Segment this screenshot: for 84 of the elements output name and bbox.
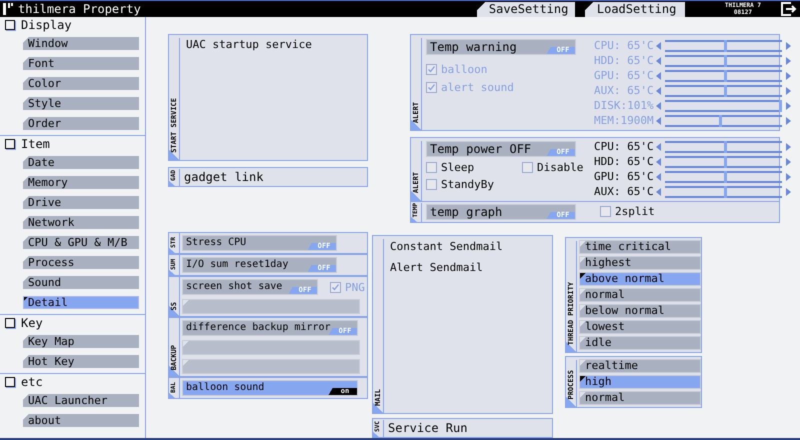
slider-thumb[interactable]	[724, 186, 728, 198]
sidebar-item[interactable]: Window	[23, 37, 139, 50]
slider-track[interactable]	[665, 140, 782, 152]
checkbox-label: balloon	[441, 63, 488, 76]
sidebar-item[interactable]: Order	[23, 117, 139, 130]
list-item[interactable]: high	[579, 375, 701, 389]
list-item[interactable]: normal	[579, 288, 701, 302]
input-field[interactable]	[182, 340, 360, 355]
toolbar-button[interactable]: LoadSetting	[584, 2, 685, 16]
sidebar-item[interactable]: about	[23, 414, 139, 427]
list-item[interactable]: above normal	[579, 272, 701, 286]
slider-label: AUX: 65'C	[594, 185, 655, 198]
slider-label: HDD: 65'C	[594, 155, 655, 168]
sidebar-item[interactable]: Font	[23, 57, 139, 70]
corner-marker	[169, 248, 175, 253]
slider-track[interactable]	[665, 156, 782, 168]
list-item[interactable]: time critical	[579, 240, 701, 254]
exit-icon[interactable]	[781, 2, 797, 16]
checkbox[interactable]	[426, 162, 437, 173]
checkbox-label: alert sound	[441, 81, 514, 94]
corner-marker	[169, 270, 175, 275]
sidebar-item[interactable]: Detail	[23, 296, 139, 309]
window-title: thilmera Property	[18, 2, 141, 16]
slider-label: GPU: 65'C	[594, 170, 655, 183]
section-header: etc	[21, 375, 43, 389]
corner-marker	[411, 217, 417, 222]
sidebar-item[interactable]: Drive	[23, 196, 139, 209]
sidebar-item[interactable]: Date	[23, 156, 139, 169]
square-icon	[5, 318, 15, 328]
sidebar-item[interactable]: Memory	[23, 176, 139, 189]
sidebar-item[interactable]: Process	[23, 256, 139, 269]
slider-label: CPU: 65'C	[594, 39, 655, 52]
toolbar-button[interactable]: SaveSetting	[476, 2, 575, 16]
checkbox-label: 2split	[615, 205, 655, 218]
slider-label: HDD: 65'C	[594, 54, 655, 67]
checkbox[interactable]	[426, 179, 437, 190]
slider-thumb[interactable]	[724, 170, 728, 182]
checkbox[interactable]	[600, 206, 611, 218]
square-icon	[5, 377, 15, 387]
corner-marker	[169, 181, 175, 186]
sidebar-item[interactable]: Key Map	[23, 335, 139, 348]
list-item[interactable]: idle	[579, 336, 701, 350]
square-icon	[5, 20, 15, 30]
square-icon	[5, 139, 15, 149]
list-item[interactable]: lowest	[579, 320, 701, 334]
section-header: Key	[21, 316, 43, 330]
checkbox-label: Disable	[537, 161, 584, 174]
service-run-label[interactable]: Service Run	[384, 421, 468, 435]
sidebar-item[interactable]: UAC Launcher	[23, 394, 139, 407]
sidebar-item[interactable]: Hot Key	[23, 355, 139, 368]
checkbox-label: Sleep	[441, 161, 474, 174]
sidebar-item[interactable]: Network	[23, 216, 139, 229]
gadget-label[interactable]: gadget link	[180, 170, 264, 184]
list-item[interactable]: normal	[579, 391, 701, 405]
corner-marker	[566, 397, 576, 407]
slider-label: AUX: 65'C	[594, 84, 655, 97]
checkbox[interactable]	[522, 162, 533, 173]
app-icon	[3, 3, 13, 15]
corner-marker	[373, 432, 379, 437]
list-item[interactable]: highest	[579, 256, 701, 270]
slider-track[interactable]	[665, 170, 782, 182]
input-field[interactable]	[182, 299, 360, 314]
input-field[interactable]	[182, 359, 360, 374]
checkbox-label: PNG	[345, 280, 365, 294]
slider-label: DISK:101%	[594, 99, 655, 112]
corner-marker	[169, 393, 175, 398]
slider-thumb[interactable]	[724, 156, 728, 168]
sidebar-item[interactable]: Style	[23, 97, 139, 110]
sidebar-item[interactable]: Color	[23, 77, 139, 90]
sidebar-item[interactable]: CPU & GPU & M/B	[23, 236, 139, 249]
slider-track[interactable]	[665, 186, 782, 198]
slider-label: GPU: 65'C	[594, 69, 655, 82]
service-label[interactable]: UAC startup service	[186, 38, 312, 51]
list-item[interactable]: realtime	[579, 359, 701, 373]
slider-label: CPU: 65'C	[594, 140, 655, 153]
section-header: Display	[21, 18, 72, 32]
mail-option[interactable]: Constant Sendmail	[390, 240, 503, 253]
slider-label: MEM:1900M	[594, 114, 655, 127]
list-item[interactable]: below normal	[579, 304, 701, 318]
mail-option[interactable]: Alert Sendmail	[390, 261, 503, 274]
section-header: Item	[21, 137, 50, 151]
checkbox-label: StandyBy	[441, 178, 494, 191]
slider-thumb[interactable]	[724, 140, 728, 152]
sidebar-item[interactable]: Sound	[23, 276, 139, 289]
